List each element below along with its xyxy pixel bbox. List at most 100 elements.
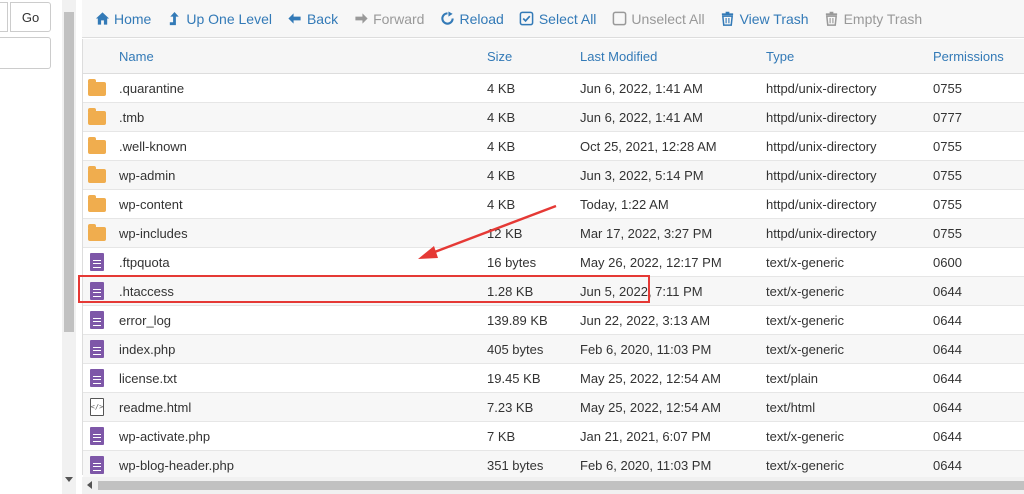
view-trash-button[interactable]: View Trash [720, 11, 809, 27]
file-permissions: 0644 [933, 341, 962, 357]
path-input[interactable] [0, 2, 8, 32]
table-row[interactable]: .quarantine 4 KB Jun 6, 2022, 1:41 AM httpd… [83, 74, 1024, 103]
column-header-size[interactable]: Size [487, 39, 512, 73]
table-row[interactable]: wp-admin 4 KB Jun 3, 2022, 5:14 PM httpd/un… [83, 161, 1024, 190]
go-button[interactable]: Go [10, 2, 51, 32]
scroll-down-icon[interactable] [65, 477, 73, 482]
file-size: 4 KB [487, 167, 516, 183]
up-one-level-button[interactable]: Up One Level [166, 11, 272, 27]
file-type: httpd/unix-directory [766, 167, 877, 183]
forward-button[interactable]: Forward [353, 11, 424, 27]
column-header-last-modified[interactable]: Last Modified [580, 39, 657, 73]
unselect-all-button[interactable]: Unselect All [611, 10, 705, 27]
file-size: 139.89 KB [487, 312, 548, 328]
table-row[interactable]: index.php 405 bytes Feb 6, 2020, 11:03 PM t… [83, 335, 1024, 364]
reload-button[interactable]: Reload [439, 11, 504, 27]
horizontal-scrollbar[interactable] [82, 477, 1024, 494]
row-icon-cell [87, 103, 107, 131]
file-type: text/x-generic [766, 428, 845, 444]
file-icon [90, 427, 104, 445]
file-name: index.php [119, 341, 176, 357]
file-permissions: 0755 [933, 138, 962, 154]
directory-tree[interactable] [0, 37, 51, 69]
file-permissions: 0755 [933, 225, 962, 241]
file-size: 4 KB [487, 109, 516, 125]
row-icon-cell [87, 306, 107, 334]
file-permissions: 0755 [933, 167, 962, 183]
row-icon-cell [87, 219, 107, 247]
row-icon-cell [87, 161, 107, 189]
file-name: .well-known [119, 138, 187, 154]
checkbox-empty-icon [611, 11, 627, 27]
file-permissions: 0644 [933, 428, 962, 444]
file-last-modified: Oct 25, 2021, 12:28 AM [580, 138, 717, 154]
forward-label: Forward [373, 10, 425, 27]
scroll-left-icon[interactable] [87, 481, 92, 489]
file-manager-toolbar: Home Up One Level Back Forward Reload Se… [82, 0, 1024, 38]
file-permissions: 0644 [933, 457, 962, 473]
file-last-modified: Today, 1:22 AM [580, 196, 669, 212]
file-last-modified: Feb 6, 2020, 11:03 PM [580, 457, 712, 473]
row-icon-cell [87, 248, 107, 276]
file-size: 405 bytes [487, 341, 544, 357]
file-type: text/x-generic [766, 457, 845, 473]
file-name: wp-includes [119, 225, 188, 241]
file-last-modified: Mar 17, 2022, 3:27 PM [580, 225, 713, 241]
file-permissions: 0644 [933, 399, 962, 415]
back-button[interactable]: Back [287, 11, 338, 27]
table-row[interactable]: .tmb 4 KB Jun 6, 2022, 1:41 AM httpd/unix-d… [83, 103, 1024, 132]
file-last-modified: May 26, 2022, 12:17 PM [580, 254, 722, 270]
table-row[interactable]: wp-blog-header.php 351 bytes Feb 6, 2020, … [83, 451, 1024, 480]
file-last-modified: Jun 6, 2022, 1:41 AM [580, 109, 703, 125]
file-name: wp-blog-header.php [119, 457, 234, 473]
table-row[interactable]: .ftpquota 16 bytes May 26, 2022, 12:17 PM t… [83, 248, 1024, 277]
file-permissions: 0777 [933, 109, 962, 125]
file-type: httpd/unix-directory [766, 138, 877, 154]
file-permissions: 0755 [933, 196, 962, 212]
home-label: Home [114, 10, 152, 27]
file-type: httpd/unix-directory [766, 225, 877, 241]
file-size: 7.23 KB [487, 399, 534, 415]
folder-icon [88, 195, 106, 212]
empty-trash-button[interactable]: Empty Trash [824, 11, 922, 27]
file-icon [90, 369, 104, 387]
file-permissions: 0755 [933, 80, 962, 96]
file-size: 351 bytes [487, 457, 544, 473]
column-header-permissions[interactable]: Permissions [933, 39, 1004, 73]
column-header-name[interactable]: Name [119, 39, 154, 73]
scrollbar-thumb[interactable] [98, 481, 1024, 490]
file-type: httpd/unix-directory [766, 109, 877, 125]
home-button[interactable]: Home [94, 11, 151, 27]
reload-icon [439, 11, 455, 27]
file-permissions: 0644 [933, 370, 962, 386]
table-row[interactable]: .well-known 4 KB Oct 25, 2021, 12:28 AM htt… [83, 132, 1024, 161]
select-all-button[interactable]: Select All [519, 11, 596, 27]
table-row[interactable]: </> readme.html 7.23 KB May 25, 2022, 12:54… [83, 393, 1024, 422]
row-icon-cell: </> [87, 393, 107, 421]
column-header-type[interactable]: Type [766, 39, 794, 73]
table-row[interactable]: wp-content 4 KB Today, 1:22 AM httpd/unix-d… [83, 190, 1024, 219]
unselect-all-label: Unselect All [631, 10, 705, 27]
file-name: wp-admin [119, 167, 176, 183]
table-row[interactable]: wp-activate.php 7 KB Jan 21, 2021, 6:07 PM… [83, 422, 1024, 451]
trash-icon [720, 11, 736, 27]
file-size: 19.45 KB [487, 370, 541, 386]
table-row[interactable]: error_log 139.89 KB Jun 22, 2022, 3:13 AM t… [83, 306, 1024, 335]
view-trash-label: View Trash [739, 10, 809, 27]
file-last-modified: Feb 6, 2020, 11:03 PM [580, 341, 712, 357]
row-icon-cell [87, 74, 107, 102]
file-size: 12 KB [487, 225, 523, 241]
file-type: text/plain [766, 370, 819, 386]
table-row[interactable]: wp-includes 12 KB Mar 17, 2022, 3:27 PM htt… [83, 219, 1024, 248]
table-row[interactable]: license.txt 19.45 KB May 25, 2022, 12:54 A… [83, 364, 1024, 393]
arrow-right-icon [353, 11, 369, 27]
left-pane-scrollbar[interactable] [62, 0, 76, 494]
file-last-modified: Jan 21, 2021, 6:07 PM [580, 428, 711, 444]
scrollbar-thumb[interactable] [64, 12, 74, 332]
file-size: 4 KB [487, 196, 516, 212]
file-icon [90, 340, 104, 358]
row-icon-cell [87, 335, 107, 363]
arrow-left-icon [287, 11, 303, 27]
file-name: .quarantine [119, 80, 185, 96]
file-icon [90, 456, 104, 474]
